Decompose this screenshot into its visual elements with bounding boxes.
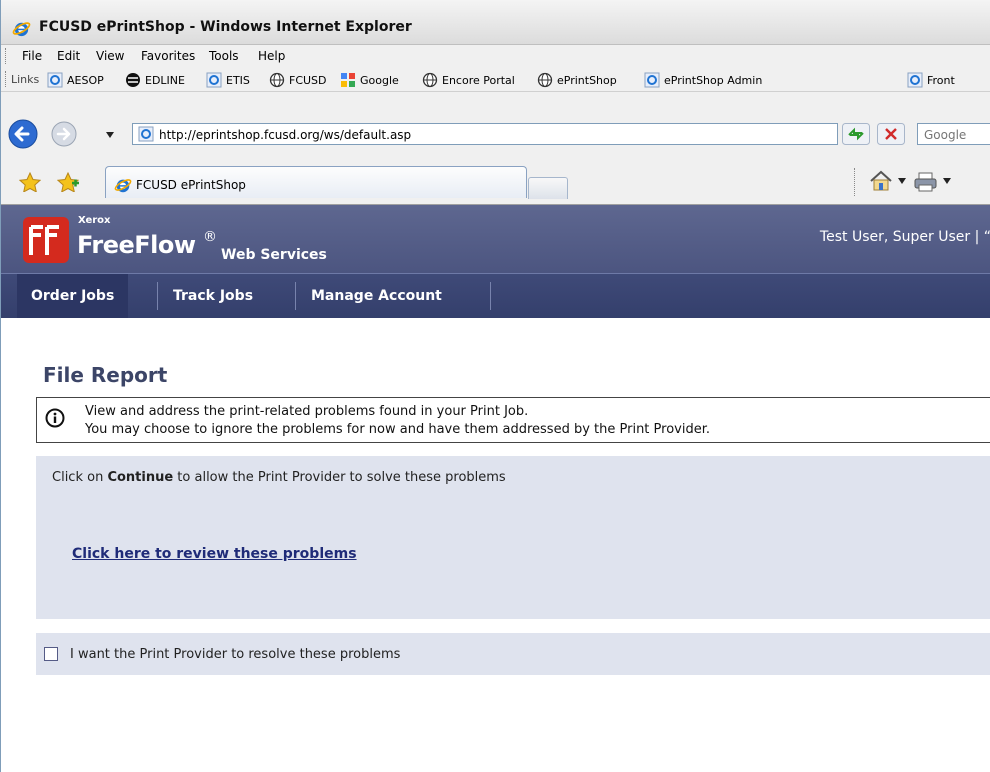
main-nav: Order Jobs Track Jobs Manage Account <box>1 273 990 318</box>
ie-page-icon <box>138 126 154 142</box>
menu-tools[interactable]: Tools <box>209 49 239 63</box>
stop-button[interactable] <box>877 123 905 145</box>
nav-separator <box>295 282 296 310</box>
link-encore-portal[interactable]: Encore Portal <box>422 71 515 89</box>
print-icon[interactable] <box>913 171 939 193</box>
favorites-star-icon[interactable] <box>19 172 41 192</box>
forward-button[interactable] <box>49 118 79 150</box>
edline-icon <box>126 73 140 87</box>
nav-manage-account[interactable]: Manage Account <box>297 274 456 318</box>
home-icon[interactable] <box>869 170 893 192</box>
links-label: Links <box>11 73 40 86</box>
ie-page-icon <box>644 72 660 88</box>
globe-icon <box>422 72 438 88</box>
nav-separator <box>490 282 491 310</box>
notice-line-2: You may choose to ignore the problems fo… <box>85 422 710 437</box>
tab-title: FCUSD ePrintShop <box>136 178 246 192</box>
tab-fcusd-eprintshop[interactable]: FCUSD ePrintShop <box>105 166 527 198</box>
menu-bar: File Edit View Favorites Tools Help <box>1 45 990 67</box>
browser-window: FCUSD ePrintShop - Windows Internet Expl… <box>0 0 990 772</box>
new-tab-button[interactable] <box>528 177 568 199</box>
resolve-option-row: I want the Print Provider to resolve the… <box>36 633 990 675</box>
continue-message: Click on Continue to allow the Print Pro… <box>52 470 506 485</box>
resolve-problems-checkbox[interactable] <box>44 647 58 661</box>
menu-favorites[interactable]: Favorites <box>141 49 195 63</box>
menu-file[interactable]: File <box>22 49 42 63</box>
globe-icon <box>537 72 553 88</box>
page-title: File Report <box>43 363 168 387</box>
xerox-logo-icon <box>23 217 69 263</box>
brand-xerox: Xerox <box>78 215 111 226</box>
ie-logo-icon <box>114 179 132 193</box>
brand-registered-mark: ® <box>203 229 217 245</box>
tab-bar: FCUSD ePrintShop <box>1 160 990 205</box>
address-field[interactable]: http://eprintshop.fcusd.org/ws/default.a… <box>132 123 838 145</box>
print-dropdown-icon[interactable] <box>943 178 951 184</box>
link-front[interactable]: Front <box>907 71 955 89</box>
toolbar-grip[interactable] <box>854 168 856 196</box>
nav-separator <box>157 282 158 310</box>
current-user[interactable]: Test User, Super User | “ <box>820 229 990 245</box>
menubar-grip[interactable] <box>5 48 8 64</box>
link-etis[interactable]: ETIS <box>206 71 250 89</box>
ie-logo-icon <box>12 22 31 37</box>
linksbar-grip[interactable] <box>5 71 8 87</box>
info-notice: View and address the print-related probl… <box>36 397 990 443</box>
home-dropdown-icon[interactable] <box>898 178 906 184</box>
globe-icon <box>269 72 285 88</box>
window-title: FCUSD ePrintShop - Windows Internet Expl… <box>39 19 412 35</box>
link-eprintshop-admin[interactable]: ePrintShop Admin <box>644 71 762 89</box>
link-edline[interactable]: EDLINE <box>125 71 185 89</box>
add-favorites-icon[interactable] <box>57 172 81 192</box>
continue-keyword: Continue <box>107 470 174 485</box>
review-problems-link[interactable]: Click here to review these problems <box>72 546 357 562</box>
link-fcusd[interactable]: FCUSD <box>269 71 327 89</box>
search-input[interactable] <box>922 125 990 145</box>
menu-view[interactable]: View <box>96 49 124 63</box>
resolve-problems-label[interactable]: I want the Print Provider to resolve the… <box>70 647 400 662</box>
ie-page-icon <box>907 72 923 88</box>
link-eprintshop[interactable]: ePrintShop <box>537 71 617 89</box>
app-banner: Xerox FreeFlow ® Web Services Test User,… <box>1 205 990 273</box>
menu-help[interactable]: Help <box>258 49 285 63</box>
back-button[interactable] <box>7 118 43 150</box>
brand-freeflow: FreeFlow <box>77 231 196 259</box>
link-aesop[interactable]: AESOP <box>47 71 104 89</box>
title-bar: FCUSD ePrintShop - Windows Internet Expl… <box>1 0 990 45</box>
google-icon <box>341 73 355 87</box>
nav-track-jobs[interactable]: Track Jobs <box>159 274 267 318</box>
ie-page-icon <box>47 72 63 88</box>
address-url: http://eprintshop.fcusd.org/ws/default.a… <box>159 128 412 142</box>
search-box[interactable] <box>917 123 990 145</box>
ie-page-icon <box>206 72 222 88</box>
refresh-button[interactable] <box>842 123 870 145</box>
link-google[interactable]: Google <box>340 71 399 89</box>
info-icon <box>45 408 65 428</box>
links-bar: Links AESOP EDLINE ETIS FCUSD Google Enc… <box>1 67 990 92</box>
nav-order-jobs[interactable]: Order Jobs <box>17 274 129 318</box>
notice-line-1: View and address the print-related probl… <box>85 404 529 419</box>
recent-pages-dropdown-icon[interactable] <box>105 131 115 139</box>
brand-subtitle: Web Services <box>221 247 327 263</box>
menu-edit[interactable]: Edit <box>57 49 80 63</box>
problems-panel: Click on Continue to allow the Print Pro… <box>36 456 990 619</box>
